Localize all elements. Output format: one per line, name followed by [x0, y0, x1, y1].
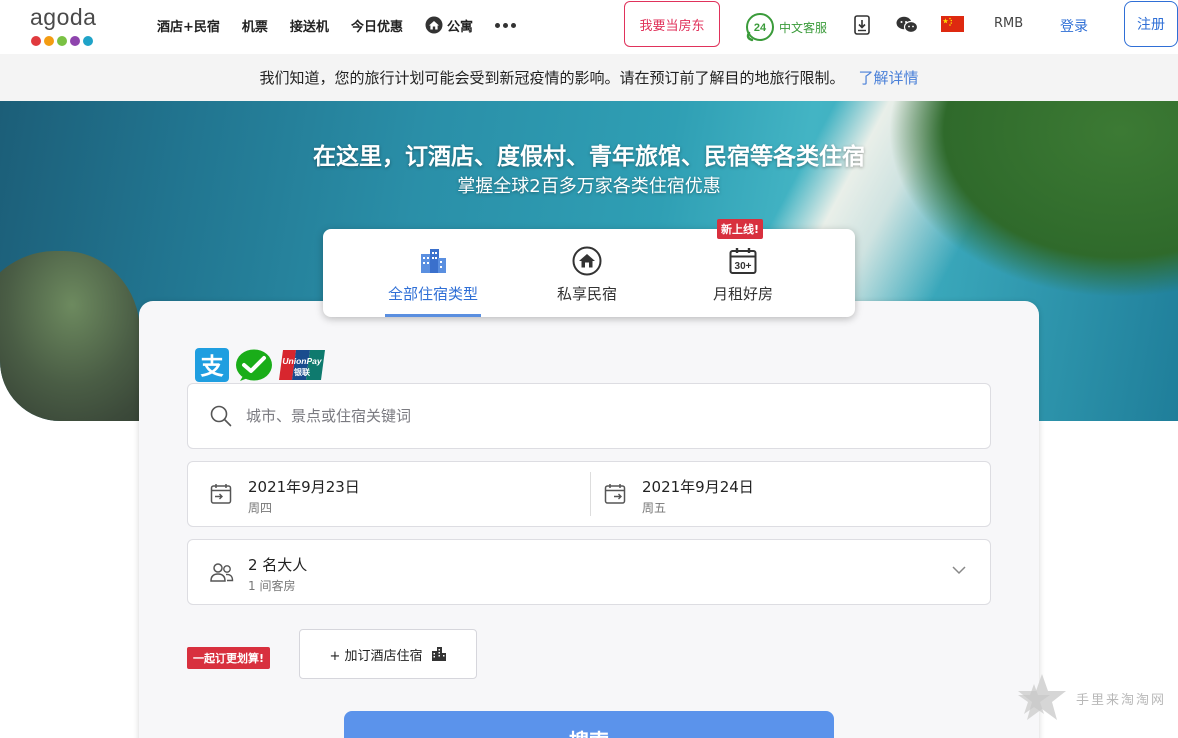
payment-methods: 支 UnionPay 银联 [195, 348, 325, 382]
guests-selector[interactable]: 2 名大人 1 间客房 [187, 539, 991, 605]
currency-selector[interactable]: RMB [994, 16, 1023, 31]
customer-support-link[interactable]: 24 中文客服 [744, 11, 827, 43]
property-type-tabs: 全部住宿类型 私享民宿 30+ 月租好房 新上线! [323, 219, 855, 317]
checkout-weekday: 周五 [642, 501, 667, 515]
guests-count: 2 名大人 [248, 556, 308, 574]
logo-dot-green [57, 36, 67, 46]
home-icon [572, 246, 602, 276]
svg-text:24: 24 [754, 22, 767, 34]
hero-subtitle: 掌握全球2百多万家各类住宿优惠 [457, 176, 721, 197]
main-nav: 酒店+民宿 机票 接送机 今日优惠 公寓 [157, 0, 516, 50]
nav-hotels-homes[interactable]: 酒店+民宿 [157, 16, 220, 35]
become-host-button[interactable]: 我要当房东 [624, 1, 720, 47]
checkin-date-picker[interactable]: 2021年9月23日 周四 [188, 462, 590, 526]
tab-monthly-stays[interactable]: 30+ 月租好房 [707, 229, 779, 317]
watermark-text: 手里来淘淘网 [1076, 692, 1167, 708]
checkin-weekday: 周四 [248, 501, 273, 515]
logo-dot-orange [44, 36, 54, 46]
more-dots-icon[interactable] [494, 22, 516, 28]
star-watermark-icon [1018, 674, 1066, 720]
logo-dot-purple [70, 36, 80, 46]
add-hotel-button[interactable]: + 加订酒店住宿 [299, 629, 477, 679]
new-badge: 新上线! [717, 219, 764, 239]
wechat-pay-icon [236, 349, 272, 381]
agoda-logo[interactable]: agoda [30, 4, 105, 46]
wechat-icon[interactable] [896, 16, 918, 34]
unionpay-logo-text: UnionPay [282, 356, 322, 366]
logo-dots [31, 36, 93, 46]
add-hotel-label: + 加订酒店住宿 [329, 648, 423, 664]
chevron-down-icon [952, 566, 966, 575]
rooms-count: 1 间客房 [248, 579, 296, 593]
svg-text:30+: 30+ [735, 261, 752, 272]
bundle-deal-badge: 一起订更划算! [187, 647, 271, 669]
dates-field: 2021年9月23日 周四 2021年9月24日 周五 [187, 461, 991, 527]
unionpay-icon: UnionPay银联 [279, 350, 325, 380]
app-download-icon[interactable] [854, 15, 870, 35]
search-card: 支 UnionPay银联 2021年9月23日 周四 2021年9月24日 周五… [139, 301, 1039, 738]
destination-search-input[interactable] [246, 398, 946, 434]
login-link[interactable]: 登录 [1060, 16, 1088, 36]
notice-learn-more-link[interactable]: 了解详情 [859, 67, 919, 88]
svg-text:支: 支 [200, 354, 225, 380]
checkout-date: 2021年9月24日 [642, 478, 754, 496]
checkout-calendar-icon [604, 484, 626, 504]
people-icon [210, 563, 234, 582]
hero-title: 在这里，订酒店、度假村、青年旅馆、民宿等各类住宿 [313, 144, 865, 170]
page: agoda 酒店+民宿 机票 接送机 今日优惠 公寓 我要当房东 24 中文客服 [0, 0, 1178, 738]
china-flag-icon[interactable] [941, 16, 964, 32]
phone-24-icon: 24 [746, 13, 774, 42]
logo-dot-red [31, 36, 41, 46]
tab-all-properties[interactable]: 全部住宿类型 [385, 229, 481, 317]
checkout-date-picker[interactable]: 2021年9月24日 周五 [582, 462, 990, 526]
nav-airport-transfer[interactable]: 接送机 [290, 16, 329, 35]
hero-island-rock [0, 251, 140, 421]
nav-flights[interactable]: 机票 [242, 16, 268, 35]
nav-apartments-label: 公寓 [446, 19, 473, 35]
logo-dot-blue [83, 36, 93, 46]
tab-all-properties-label: 全部住宿类型 [387, 285, 478, 303]
nav-deals[interactable]: 今日优惠 [351, 16, 403, 35]
tab-private-homes[interactable]: 私享民宿 [551, 229, 623, 317]
alipay-icon: 支 [195, 348, 229, 382]
register-button[interactable]: 注册 [1124, 1, 1178, 47]
active-tab-underline [385, 314, 481, 317]
covid-notice-bar: 我们知道，您的旅行计划可能会受到新冠疫情的影响。请在预订前了解目的地旅行限制。 … [0, 54, 1178, 101]
checkin-date: 2021年9月23日 [248, 478, 360, 496]
logo-wordmark: agoda [30, 4, 97, 30]
destination-search-field[interactable] [187, 383, 991, 449]
unionpay-logo-cn: 银联 [293, 367, 310, 377]
search-icon [210, 405, 232, 427]
nav-apartments[interactable]: 公寓 [425, 16, 473, 35]
support-label: 中文客服 [779, 20, 828, 35]
tab-monthly-stays-label: 月租好房 [712, 285, 773, 303]
tab-private-homes-label: 私享民宿 [556, 285, 617, 303]
site-watermark: 手里来淘淘网 [1012, 672, 1166, 724]
hotel-building-icon [431, 647, 446, 661]
buildings-icon [421, 249, 446, 273]
notice-text: 我们知道，您的旅行计划可能会受到新冠疫情的影响。请在预订前了解目的地旅行限制。 [259, 69, 845, 87]
search-button[interactable]: 搜索 [344, 711, 834, 738]
calendar-30-icon: 30+ [729, 248, 757, 274]
checkin-calendar-icon [210, 484, 232, 504]
home-icon [425, 16, 443, 34]
top-header: agoda 酒店+民宿 机票 接送机 今日优惠 公寓 我要当房东 24 中文客服 [0, 0, 1178, 54]
